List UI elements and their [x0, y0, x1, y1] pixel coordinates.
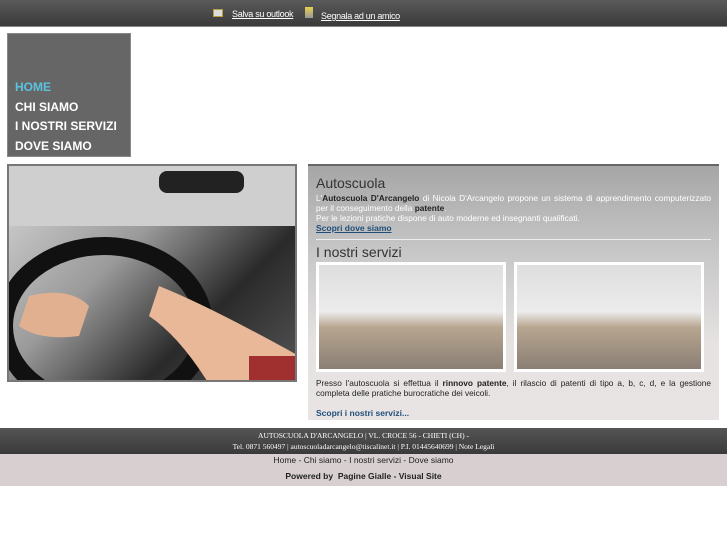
- bottom-links: Home - Chi siamo - I nostri servizi - Do…: [0, 454, 727, 486]
- visual-site-link[interactable]: Visual Site: [399, 471, 442, 481]
- section-title-autoscuola: Autoscuola: [316, 175, 386, 191]
- powered-by-label: Powered by: [285, 471, 334, 481]
- driving-photo: [7, 164, 297, 382]
- signal-friend-link[interactable]: Segnala ad un amico: [321, 11, 400, 21]
- top-bar: Salva su outlook Segnala ad un amico: [0, 0, 727, 27]
- scopri-servizi-link[interactable]: Scopri i nostri servizi...: [316, 408, 409, 418]
- footer-email-link[interactable]: autoscuoladarcangelo@tiscalinet.it: [291, 442, 396, 451]
- nav-dove-siamo[interactable]: DOVE SIAMO: [15, 139, 92, 153]
- main-nav: HOME CHI SIAMO I NOSTRI SERVIZI DOVE SIA…: [7, 33, 131, 157]
- nav-home[interactable]: HOME: [15, 80, 51, 94]
- divider: [316, 239, 711, 240]
- steering-wheel-illustration: [9, 166, 295, 380]
- footer-address: AUTOSCUOLA D'ARCANGELO | VL. CROCE 56 - …: [258, 431, 469, 440]
- services-text: Presso l'autoscuola si effettua il rinno…: [316, 378, 711, 398]
- footer: AUTOSCUOLA D'ARCANGELO | VL. CROCE 56 - …: [0, 428, 727, 454]
- bottom-chi-link[interactable]: Chi siamo: [304, 455, 342, 465]
- scopri-dove-siamo-link[interactable]: Scopri dove siamo: [316, 223, 392, 233]
- footer-piva: P.I. 01445640699: [400, 442, 454, 451]
- outlook-card-icon: [213, 9, 223, 17]
- bottom-servizi-link[interactable]: I nostri servizi: [349, 455, 401, 465]
- content-panel: Autoscuola L'Autoscuola D'Arcangelo di N…: [308, 164, 719, 420]
- friend-icon: [305, 7, 313, 18]
- pagine-gialle-link[interactable]: Pagine Gialle: [338, 471, 391, 481]
- classroom-photo-1: [316, 262, 506, 372]
- save-outlook-link[interactable]: Salva su outlook: [232, 9, 294, 19]
- bottom-dove-link[interactable]: Dove siamo: [409, 455, 454, 465]
- bottom-home-link[interactable]: Home: [273, 455, 296, 465]
- section-title-servizi: I nostri servizi: [316, 244, 402, 260]
- nav-chi-siamo[interactable]: CHI SIAMO: [15, 100, 78, 114]
- footer-legal-link[interactable]: Note Legali: [459, 442, 495, 451]
- classroom-photo-2: [514, 262, 704, 372]
- intro-text: L'Autoscuola D'Arcangelo di Nicola D'Arc…: [316, 193, 711, 223]
- footer-tel-link[interactable]: Tel. 0871 560497: [233, 442, 286, 451]
- nav-servizi[interactable]: I NOSTRI SERVIZI: [15, 119, 117, 133]
